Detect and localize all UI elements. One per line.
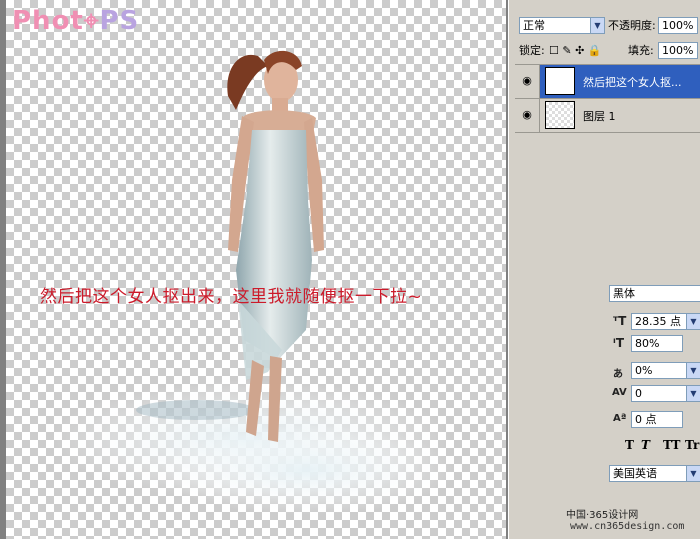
chevron-down-icon: ▼	[590, 18, 604, 33]
character-panel: 黑体 ᵀT 28.35 点 ▼ ᴵT 80% あ 0% ▼ AV 0 ▼ Aª …	[515, 280, 700, 539]
chevron-down-icon: ▼	[686, 466, 700, 481]
lock-all-icon[interactable]: 🔒	[588, 44, 602, 57]
eye-icon[interactable]: ◉	[519, 108, 535, 122]
eye-icon[interactable]: ◉	[519, 74, 535, 88]
lock-brush-icon[interactable]: ✎	[562, 44, 571, 57]
baseline-shift-input[interactable]: 0 点	[631, 411, 683, 428]
layer-row-image[interactable]: ◉ 图层 1	[515, 99, 700, 133]
canvas-area[interactable]: Phot⌖PS 然后把这个女人抠出来，这里我就随便抠一下拉~	[0, 0, 508, 539]
faux-italic-button[interactable]: T	[641, 438, 650, 452]
fill-label: 填充:	[628, 44, 654, 57]
leading-value: 80%	[635, 337, 660, 350]
baseline-shift-icon: Aª	[613, 413, 627, 424]
leading-icon: ᴵT	[613, 336, 624, 350]
baseline-shift-value: 0 点	[635, 413, 657, 426]
text-layer-thumbnail: T	[545, 67, 575, 95]
tracking-value: 0	[635, 387, 642, 400]
tracking-icon: AV	[612, 387, 627, 398]
document-canvas[interactable]: Phot⌖PS 然后把这个女人抠出来，这里我就随便抠一下拉~	[6, 0, 506, 539]
font-size-value: 28.35 点	[635, 315, 681, 328]
right-panel: 正常 ▼ 不透明度: 100% 锁定: ☐ ✎ ✣ 🔒 填充: 100% ◉ T…	[508, 0, 700, 539]
lock-label: 锁定:	[519, 44, 545, 57]
lock-move-icon[interactable]: ✣	[575, 44, 584, 57]
font-size-icon: ᵀT	[613, 314, 627, 328]
woman-figure-image	[51, 50, 456, 515]
opacity-label: 不透明度:	[608, 19, 656, 32]
faux-bold-button[interactable]: T	[625, 438, 634, 452]
blend-mode-value: 正常	[523, 19, 545, 32]
font-size-select[interactable]: 28.35 点 ▼	[631, 313, 700, 330]
fill-value: 100%	[662, 44, 694, 57]
lock-transparent-icon[interactable]: ☐	[549, 44, 559, 57]
watermark-line-2: www.cn365design.com	[570, 521, 685, 532]
leading-input[interactable]: 80%	[631, 335, 683, 352]
fill-input[interactable]: 100%	[658, 42, 698, 59]
opacity-value: 100%	[662, 19, 694, 32]
image-layer-thumbnail	[545, 101, 575, 129]
chevron-down-icon: ▼	[686, 386, 700, 401]
tracking-select[interactable]: 0 ▼	[631, 385, 700, 402]
layer-list: ◉ T 然后把这个女人抠... ◉ 图层 1	[515, 64, 700, 135]
small-caps-button[interactable]: Tr	[685, 438, 699, 452]
chevron-down-icon: ▼	[686, 363, 700, 378]
kerning-select[interactable]: 0% ▼	[631, 362, 700, 379]
language-select[interactable]: 美国英语 ▼	[609, 465, 700, 482]
language-value: 美国英语	[613, 467, 657, 480]
opacity-input[interactable]: 100%	[658, 17, 698, 34]
font-family-value: 黑体	[613, 287, 635, 300]
layer-row-text[interactable]: ◉ T 然后把这个女人抠...	[515, 65, 700, 99]
font-family-select[interactable]: 黑体	[609, 285, 700, 302]
layer-name[interactable]: 图层 1	[583, 108, 616, 124]
all-caps-button[interactable]: TT	[663, 438, 680, 452]
layer-name[interactable]: 然后把这个女人抠...	[583, 74, 682, 90]
chevron-down-icon: ▼	[686, 314, 700, 329]
lock-icons[interactable]: ☐ ✎ ✣ 🔒	[549, 42, 602, 59]
blend-mode-select[interactable]: 正常 ▼	[519, 17, 605, 34]
overlay-text-layer[interactable]: 然后把这个女人抠出来，这里我就随便抠一下拉~	[40, 282, 422, 307]
kerning-icon: あ	[613, 369, 623, 380]
kerning-value: 0%	[635, 364, 653, 377]
watermark-line-1: 中国·365设计网	[566, 510, 639, 521]
